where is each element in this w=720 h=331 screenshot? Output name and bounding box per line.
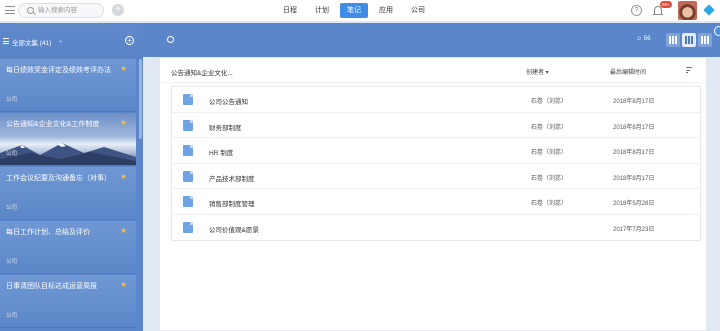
table-row[interactable]: 产品技术部制度 石卷（刘蕊） 2018年8月17日 <box>172 164 700 189</box>
list-view-button[interactable] <box>682 33 696 47</box>
tab-plan[interactable]: 计划 <box>308 3 336 18</box>
chevron-down-icon[interactable]: ⌄ <box>58 37 63 44</box>
notebook-item[interactable]: 日事清团队目标达成运营周报 ★ 公司 <box>0 275 136 328</box>
sidebar-header: 全部文集 (41) ⌄ + <box>0 23 143 59</box>
note-name: 销售部制度管理 <box>209 201 255 208</box>
document-icon <box>183 221 193 233</box>
note-creator: 石卷（刘蕊） <box>531 201 568 207</box>
notebook-item[interactable]: 每日绩效奖金评定及绩效考评办法 ★ 公司 <box>0 59 136 112</box>
diamond-icon[interactable] <box>703 4 715 16</box>
panel-title: 公告通知&企业文化... <box>171 70 233 77</box>
notebook-title: 日事清团队目标达成运营周报 <box>6 283 97 290</box>
table-row[interactable]: 公司价值观&愿景 2017年7月23日 <box>172 215 700 241</box>
notebook-item-active[interactable]: 公告通知&企业文化&工作制度 ★ 公司 <box>0 113 136 166</box>
main-toolbar: ☺ 56 <box>143 23 720 57</box>
note-creator: 石卷（刘蕊） <box>531 124 568 131</box>
note-creator: 石卷（刘蕊） <box>531 150 568 156</box>
document-icon <box>183 170 193 182</box>
notebook-title: 每日绩效奖金评定及绩效考评办法 <box>6 67 111 74</box>
notebook-tag: 公司 <box>6 97 18 103</box>
gear-icon[interactable] <box>167 36 174 43</box>
top-bar: + 日程 计划 笔记 应用 公司 ? 99+ <box>0 0 720 22</box>
member-count-value: 56 <box>643 36 651 42</box>
main-nav: 日程 计划 笔记 应用 公司 <box>276 3 436 19</box>
document-icon <box>183 196 193 207</box>
notebook-item[interactable]: 工作会议纪要及沟通备忘（对事） ★ 公司 <box>0 167 136 220</box>
grid-view-button[interactable] <box>666 33 680 47</box>
notification-badge: 99+ <box>660 1 672 8</box>
star-icon[interactable]: ★ <box>120 226 127 235</box>
note-creator: 石卷（刘蕊） <box>531 175 568 182</box>
search-input[interactable] <box>38 6 102 15</box>
mountain-cover-image <box>0 143 136 165</box>
notebook-tag: 公司 <box>6 205 18 211</box>
notebook-title: 每日工作计划、总结及评价 <box>6 229 90 236</box>
notes-table: 公司公告通知 石卷（刘蕊） 2018年8月17日 财务部制度 石卷（刘蕊） 20… <box>171 86 701 241</box>
tab-schedule[interactable]: 日程 <box>276 3 304 18</box>
note-name: 公司价值观&愿景 <box>209 226 259 234</box>
sort-icon[interactable] <box>684 66 692 74</box>
notebook-title: 工作会议纪要及沟通备忘（对事） <box>6 175 111 182</box>
add-notebook-button[interactable]: + <box>125 36 134 45</box>
creator-column-label: 创建者 <box>526 70 545 76</box>
tab-apps[interactable]: 应用 <box>372 3 400 18</box>
creator-column-header[interactable]: 创建者 ▾ <box>526 67 549 76</box>
star-icon[interactable]: ★ <box>120 280 127 289</box>
main-content: ☺ 56 公告通知&企业文化... 创建者 ▾ 最后编辑时间 公司公告通知 石卷… <box>143 23 720 331</box>
list-icon <box>3 38 9 44</box>
note-creator: 石卷（刘蕊） <box>531 99 568 105</box>
add-button[interactable]: + <box>112 4 124 16</box>
table-row[interactable]: HR 制度 石卷（刘蕊） 2018年8月17日 <box>172 138 700 164</box>
note-time: 2017年7月23日 <box>613 226 655 233</box>
table-row[interactable]: 公司公告通知 石卷（刘蕊） 2018年8月17日 <box>172 87 700 113</box>
notebook-tag: 公司 <box>6 259 18 265</box>
menu-icon[interactable] <box>5 5 15 15</box>
notes-panel: 公告通知&企业文化... 创建者 ▾ 最后编辑时间 公司公告通知 石卷（刘蕊） … <box>159 57 708 331</box>
tab-notes[interactable]: 笔记 <box>340 3 368 18</box>
star-icon[interactable]: ★ <box>120 172 127 181</box>
tab-company[interactable]: 公司 <box>404 3 432 18</box>
note-name: 公司公告通知 <box>209 99 248 106</box>
collection-title[interactable]: 全部文集 (41) <box>12 37 51 47</box>
avatar[interactable] <box>678 1 697 20</box>
document-icon <box>183 94 193 105</box>
time-column-header[interactable]: 最后编辑时间 <box>610 67 646 76</box>
document-icon <box>183 145 193 156</box>
notebook-item[interactable]: 每日工作计划、总结及评价 ★ 公司 <box>0 221 136 274</box>
note-time: 2018年8月17日 <box>613 150 655 156</box>
notebook-list: 每日绩效奖金评定及绩效考评办法 ★ 公司 公告通知&企业文化&工作制度 ★ 公司… <box>0 59 140 329</box>
side-toggle-icon[interactable] <box>714 26 720 36</box>
member-count[interactable]: ☺ 56 <box>636 36 650 42</box>
table-row[interactable]: 销售部制度管理 石卷（刘蕊） 2018年5月28日 <box>172 189 700 215</box>
search-icon <box>27 7 34 14</box>
notebook-tag: 公司 <box>6 151 18 157</box>
panel-header: 公告通知&企业文化... 创建者 ▾ 最后编辑时间 <box>160 58 708 83</box>
search-box[interactable] <box>18 3 104 18</box>
notebook-title: 公告通知&企业文化&工作制度 <box>6 121 100 128</box>
note-time: 2018年5月28日 <box>613 201 655 207</box>
star-icon[interactable]: ★ <box>120 118 127 127</box>
notebook-tag: 公司 <box>6 313 18 319</box>
columns-view-button[interactable] <box>698 33 712 47</box>
help-icon[interactable]: ? <box>631 5 642 16</box>
notebook-sidebar: 全部文集 (41) ⌄ + 每日绩效奖金评定及绩效考评办法 ★ 公司 公告通知&… <box>0 23 143 331</box>
note-name: 财务部制度 <box>209 124 242 132</box>
note-time: 2018年8月17日 <box>613 124 655 131</box>
note-time: 2018年8月17日 <box>613 99 655 105</box>
table-row[interactable]: 财务部制度 石卷（刘蕊） 2018年8月17日 <box>172 113 700 138</box>
note-time: 2018年8月17日 <box>613 175 655 182</box>
view-switcher <box>666 33 712 47</box>
star-icon[interactable]: ★ <box>120 64 127 73</box>
document-icon <box>183 119 193 131</box>
note-name: HR 制度 <box>209 150 234 157</box>
sidebar-scrollbar[interactable] <box>139 59 142 139</box>
note-name: 产品技术部制度 <box>209 175 255 183</box>
